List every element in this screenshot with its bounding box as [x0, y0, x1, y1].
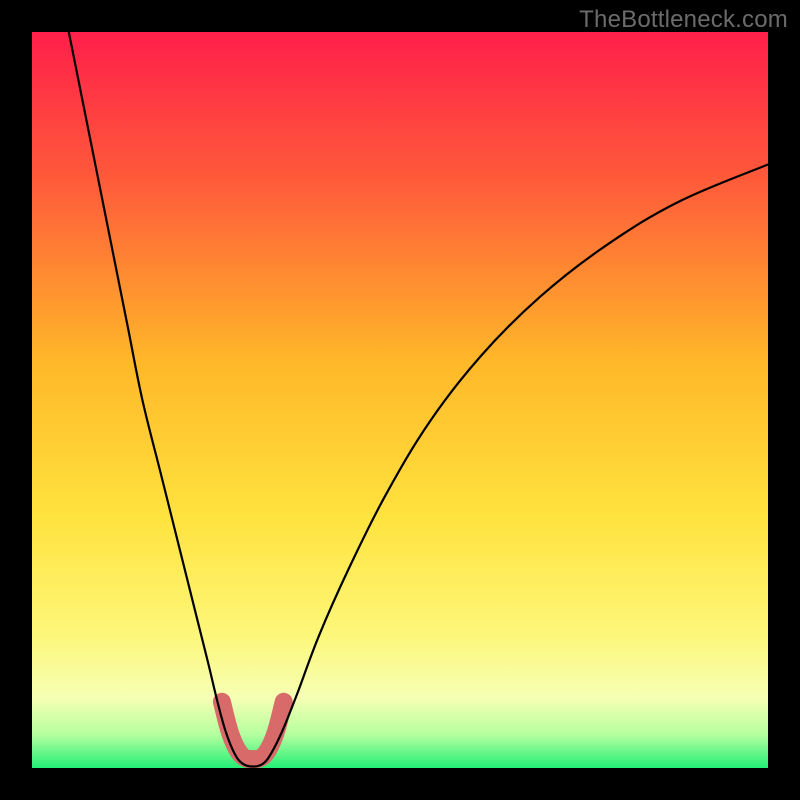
chart-frame [32, 32, 768, 768]
watermark-text: TheBottleneck.com [579, 6, 788, 34]
chart-svg [32, 32, 768, 768]
